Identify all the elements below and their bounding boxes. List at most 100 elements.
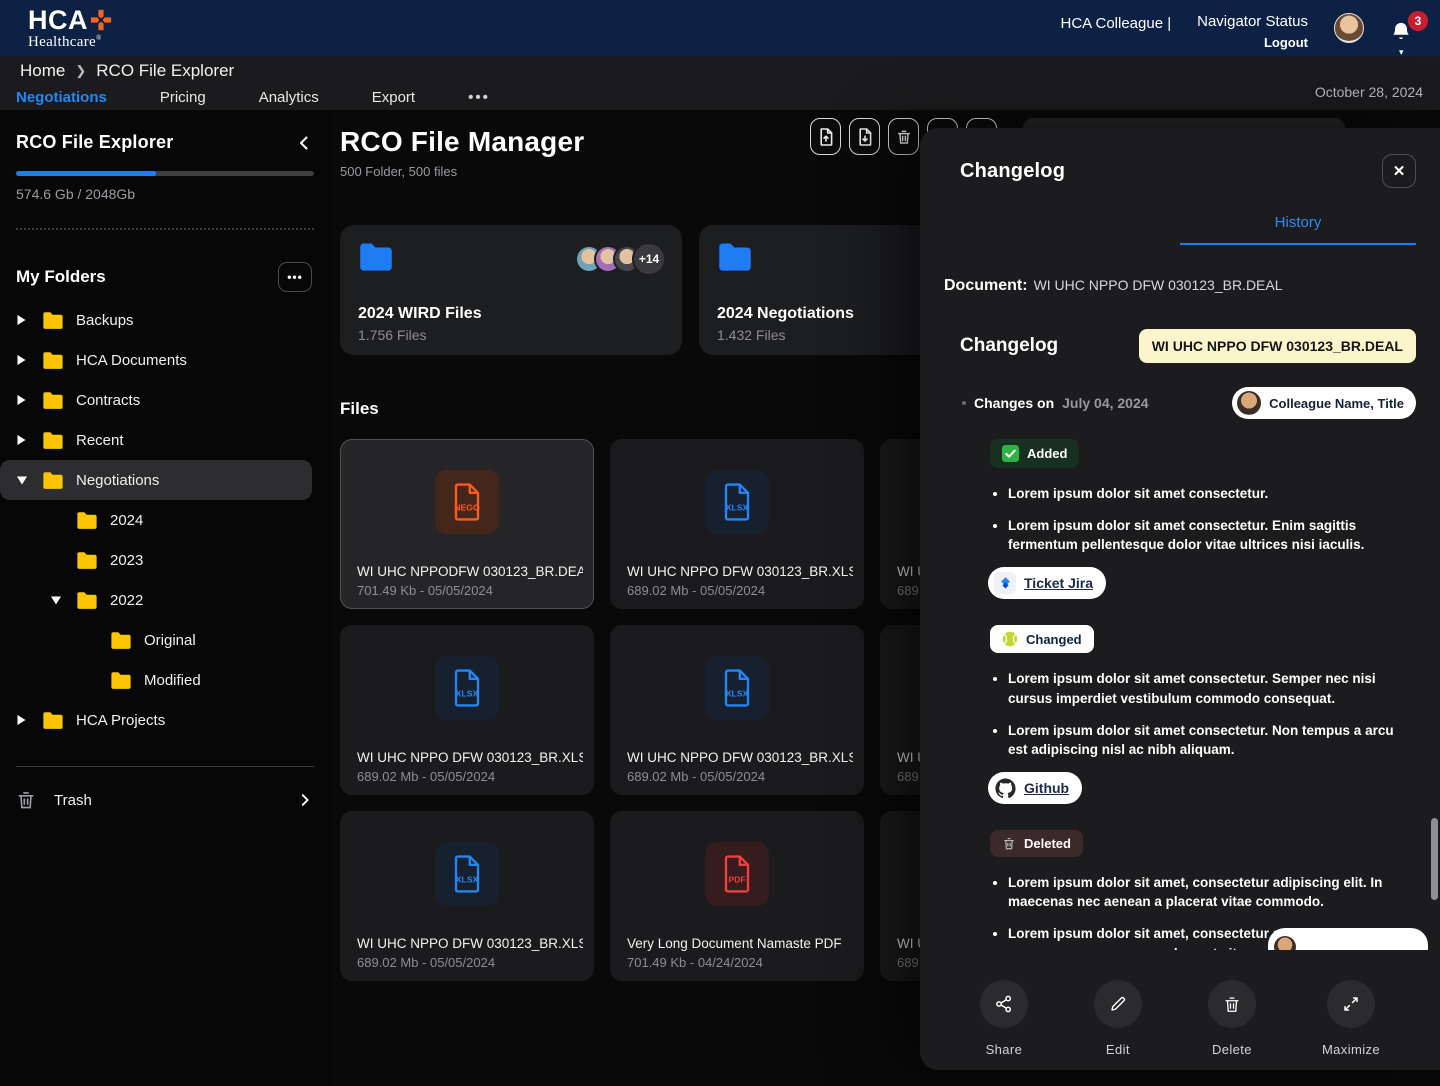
- folder-icon: [110, 671, 144, 690]
- svg-text:NEGO: NEGO: [454, 502, 480, 512]
- user-avatar[interactable]: [1334, 13, 1364, 43]
- download-file-button[interactable]: [849, 118, 880, 155]
- tab-history[interactable]: History: [1180, 214, 1416, 245]
- folder-icon: [717, 242, 753, 272]
- tab-pricing[interactable]: Pricing: [160, 89, 206, 106]
- caret-down-icon[interactable]: [50, 595, 76, 606]
- folders-more-button[interactable]: •••: [278, 262, 312, 292]
- file-name: WI UHC NPPO DFW 030123_BR.XLSX: [357, 936, 583, 951]
- status-badge-label: Added: [1027, 446, 1067, 461]
- file-card[interactable]: NEGOWI UHC NPPODFW 030123_BR.DEAL701.49 …: [340, 439, 594, 609]
- document-name: WI UHC NPPO DFW 030123_BR.DEAL: [1034, 277, 1283, 293]
- panel-title: Changelog: [960, 160, 1065, 183]
- link-label: Github: [1024, 780, 1069, 796]
- link-label: Ticket Jira: [1024, 575, 1093, 591]
- trash-icon: [896, 128, 912, 146]
- file-meta: 689.02 Mb - 05/05/2024: [627, 769, 765, 784]
- maximize-button[interactable]: Maximize: [1322, 980, 1380, 1070]
- panel-action-bar: Share Edit Delete Maximize: [920, 950, 1440, 1070]
- tab-negotiations[interactable]: Negotiations: [16, 89, 107, 106]
- svg-text:XLSX: XLSX: [456, 874, 479, 884]
- pencil-icon: [1094, 980, 1142, 1028]
- folder-card-2024-wird-files[interactable]: +142024 WIRD Files1.756 Files: [340, 225, 682, 355]
- collapse-sidebar-button[interactable]: [296, 135, 312, 151]
- panel-scrollbar[interactable]: [1431, 818, 1438, 900]
- file-card[interactable]: PDFVery Long Document Namaste PDF701.49 …: [610, 811, 864, 981]
- document-row: Document:WI UHC NPPO DFW 030123_BR.DEAL: [944, 277, 1416, 295]
- colleague-chip[interactable]: Colleague Name, Title: [1232, 387, 1416, 419]
- pdf-file-icon: PDF: [705, 842, 769, 906]
- chevron-right-icon: ❯: [75, 63, 86, 79]
- folder-icon: [76, 551, 110, 570]
- file-card[interactable]: XLSXWI UHC NPPO DFW 030123_BR.XLSX689.02…: [340, 811, 594, 981]
- sidebar-item-label: 2024: [110, 512, 143, 529]
- change-item: Lorem ipsum dolor sit amet, consectetur …: [1008, 873, 1416, 911]
- file-card[interactable]: XLSXWI UHC NPPO DFW 030123_BR.XLSX689.02…: [610, 625, 864, 795]
- caret-right-icon[interactable]: [16, 394, 42, 406]
- sidebar-item-hca-documents[interactable]: HCA Documents: [0, 340, 312, 380]
- action-label: Edit: [1106, 1042, 1130, 1057]
- notifications-button[interactable]: 3 ▾: [1390, 13, 1420, 53]
- share-button[interactable]: Share: [980, 980, 1028, 1070]
- edit-button[interactable]: Edit: [1094, 980, 1142, 1070]
- colleague-name: Colleague Name, Title: [1269, 396, 1404, 411]
- sidebar-item-contracts[interactable]: Contracts: [0, 380, 312, 420]
- panel-tab-bar: History: [944, 214, 1416, 245]
- caret-right-icon[interactable]: [16, 314, 42, 326]
- sidebar-item-2022[interactable]: 2022: [0, 580, 312, 620]
- delete-file-button[interactable]: [888, 118, 919, 155]
- xlsx-file-icon: XLSX: [435, 842, 499, 906]
- sidebar-item-negotiations[interactable]: Negotiations: [0, 460, 312, 500]
- status-badge-deleted: Deleted: [990, 830, 1083, 857]
- breadcrumb: Home ❯ RCO File Explorer: [0, 56, 1440, 81]
- logout-button[interactable]: Logout: [1264, 35, 1308, 50]
- sidebar-item-label: Contracts: [76, 392, 140, 409]
- delete-button[interactable]: Delete: [1208, 980, 1256, 1070]
- sidebar-item-trash[interactable]: Trash: [16, 789, 312, 811]
- tennis-ball-icon: [1002, 631, 1018, 647]
- status-badge-label: Changed: [1026, 632, 1082, 647]
- changelog-heading: Changelog: [960, 335, 1058, 357]
- changes-date: July 04, 2024: [1062, 395, 1148, 411]
- wastebasket-icon: [1002, 836, 1016, 851]
- breadcrumb-home[interactable]: Home: [20, 61, 65, 81]
- close-panel-button[interactable]: ✕: [1382, 154, 1416, 188]
- action-label: Maximize: [1322, 1042, 1380, 1057]
- hca-logo: HCA Healthcare®: [28, 7, 112, 50]
- sidebar-item-modified[interactable]: Modified: [0, 660, 312, 700]
- more-tabs-button[interactable]: •••: [468, 89, 490, 106]
- sidebar-item-label: HCA Documents: [76, 352, 187, 369]
- breadcrumb-current[interactable]: RCO File Explorer: [96, 61, 234, 81]
- navigator-status-label: Navigator Status: [1197, 13, 1308, 30]
- sidebar: RCO File Explorer 574.6 Gb / 2048Gb My F…: [0, 110, 330, 1086]
- link-ticket-jira[interactable]: Ticket Jira: [988, 567, 1106, 599]
- tab-analytics[interactable]: Analytics: [259, 89, 319, 106]
- hca-logo-text: HCA: [28, 7, 88, 34]
- tab-export[interactable]: Export: [372, 89, 415, 106]
- sidebar-item-original[interactable]: Original: [0, 620, 312, 660]
- sidebar-item-recent[interactable]: Recent: [0, 420, 312, 460]
- chevron-right-icon: [298, 793, 312, 807]
- change-list: Lorem ipsum dolor sit amet consectetur. …: [990, 669, 1416, 759]
- caret-right-icon[interactable]: [16, 434, 42, 446]
- file-name: WI UHC NPPODFW 030123_BR.DEAL: [357, 564, 583, 579]
- caret-down-icon[interactable]: [16, 475, 42, 486]
- folder-icon: [42, 711, 76, 730]
- sidebar-item-2023[interactable]: 2023: [0, 540, 312, 580]
- tab-bar: Negotiations Pricing Analytics Export •••: [0, 81, 1440, 106]
- caret-right-icon[interactable]: [16, 354, 42, 366]
- caret-right-icon[interactable]: [16, 714, 42, 726]
- file-card[interactable]: XLSXWI UHC NPPO DFW 030123_BR.XLSX689.02…: [340, 625, 594, 795]
- extra-avatars-badge: +14: [632, 242, 666, 276]
- sidebar-item-label: Negotiations: [76, 472, 159, 489]
- change-list: Lorem ipsum dolor sit amet consectetur.L…: [990, 484, 1416, 554]
- link-github[interactable]: Github: [988, 772, 1082, 804]
- upload-file-button[interactable]: [810, 118, 841, 155]
- sidebar-item-backups[interactable]: Backups: [0, 300, 312, 340]
- svg-text:XLSX: XLSX: [726, 502, 749, 512]
- storage-bar: [16, 171, 314, 176]
- file-card[interactable]: XLSXWI UHC NPPO DFW 030123_BR.XLSX689.02…: [610, 439, 864, 609]
- sidebar-item-hca-projects[interactable]: HCA Projects: [0, 700, 312, 740]
- sidebar-item-2024[interactable]: 2024: [0, 500, 312, 540]
- changelog-section-added: Added Lorem ipsum dolor sit amet consecte…: [990, 439, 1416, 625]
